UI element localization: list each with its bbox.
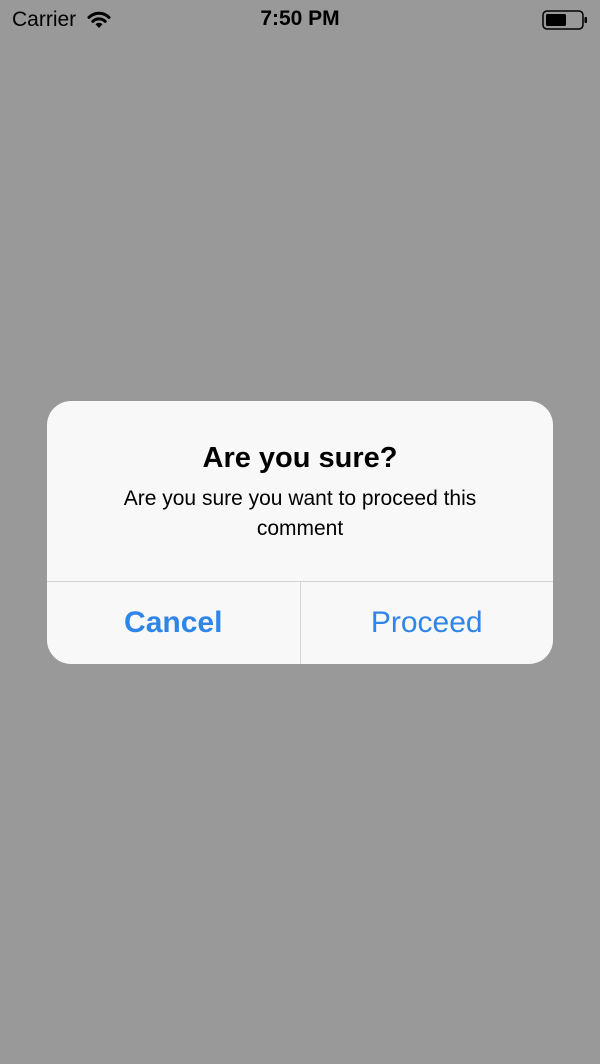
alert-title: Are you sure? xyxy=(202,442,398,474)
alert-dialog: Are you sure? Are you sure you want to p… xyxy=(47,401,553,664)
alert-actions: Cancel Proceed xyxy=(47,582,553,664)
alert-body: Are you sure? Are you sure you want to p… xyxy=(47,401,553,582)
status-bar: Carrier 7:50 PM xyxy=(0,0,600,40)
status-time: 7:50 PM xyxy=(260,7,340,30)
alert-message: Are you sure you want to proceed this co… xyxy=(123,487,477,540)
cancel-button[interactable]: Cancel xyxy=(47,582,300,664)
proceed-button[interactable]: Proceed xyxy=(301,582,554,664)
battery-icon xyxy=(542,10,588,30)
